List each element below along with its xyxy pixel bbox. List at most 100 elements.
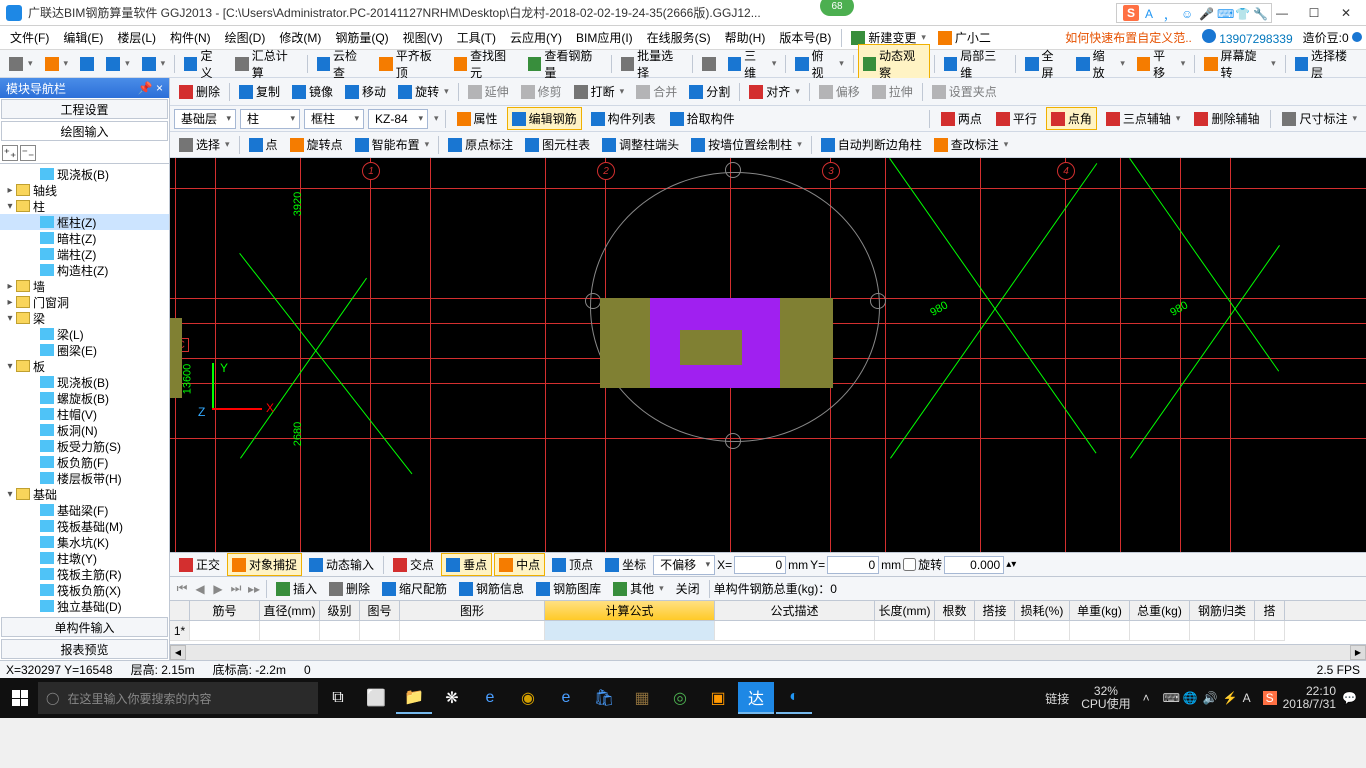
link-label[interactable]: 链接 [1045,690,1069,707]
taskview-icon[interactable]: ⧉ [320,682,356,714]
nav-tab-report[interactable]: 报表预览 [1,639,168,659]
nav-tab-settings[interactable]: 工程设置 [1,99,168,119]
tree-item[interactable]: 圈梁(E) [0,342,169,358]
tree-item[interactable]: 楼层板带(H) [0,470,169,486]
smart-button[interactable]: 智能布置▾ [350,133,435,156]
explorer-icon[interactable]: 📁 [396,682,432,714]
lib-button[interactable]: 钢筋图库 [531,577,606,600]
move-button[interactable]: 移动 [340,80,391,103]
perp-button[interactable]: 垂点 [441,553,492,576]
drawwall-button[interactable]: 按墙位置绘制柱▾ [686,133,807,156]
offset-combo[interactable]: 不偏移 [653,555,715,575]
column-header[interactable]: 搭 [1255,601,1285,620]
tree-item[interactable]: 板负筋(F) [0,454,169,470]
tree-item[interactable]: 柱帽(V) [0,406,169,422]
app-icon-5[interactable]: ◐ [776,682,812,714]
tree-item[interactable]: ▸墙 [0,278,169,294]
table-cell[interactable] [545,621,715,641]
tree-item[interactable]: 集水坑(K) [0,534,169,550]
first-button[interactable]: ⏮ [174,581,190,597]
xpt-button[interactable]: 交点 [388,553,439,576]
component-tree[interactable]: 现浇板(B)▸轴线▾柱框柱(Z)暗柱(Z)端柱(Z)构造柱(Z)▸墙▸门窗洞▾梁… [0,164,169,616]
fan-icon[interactable]: ❋ [434,682,470,714]
tree-item[interactable]: ▸门窗洞 [0,294,169,310]
name-combo[interactable]: KZ-84 [368,109,428,129]
tree-item[interactable]: 柱墩(Y) [0,550,169,566]
break-button[interactable]: 打断▾ [569,80,630,103]
tree-item[interactable]: ▸轴线 [0,182,169,198]
pin-icon[interactable]: 📌 × [138,81,163,95]
table-cell[interactable] [875,621,935,641]
new-button[interactable]: ▾ [4,54,38,74]
tray-net-icon[interactable]: 🌐 [1183,691,1197,705]
column-header[interactable]: 计算公式 [545,601,715,620]
tray-clock[interactable]: 22:102018/7/31 [1283,685,1336,711]
delaux-button[interactable]: 删除辅轴 [1189,107,1264,130]
table-cell[interactable] [320,621,360,641]
x-input[interactable] [734,556,786,574]
table-cell[interactable] [975,621,1015,641]
column-header[interactable]: 根数 [935,601,975,620]
taskbar-search[interactable]: ◯ 在这里输入你要搜索的内容 [38,682,318,714]
chkdim-button[interactable]: 查改标注▾ [929,133,1014,156]
tray-shield-icon[interactable]: ⚡ [1223,691,1237,705]
column-header[interactable]: 公式描述 [715,601,875,620]
table-cell[interactable] [715,621,875,641]
type-combo[interactable]: 框柱 [304,109,364,129]
other-button[interactable]: 其他▾ [608,577,669,600]
column-header[interactable]: 钢筋归类 [1190,601,1255,620]
row-header[interactable] [170,601,190,620]
app-icon-3[interactable]: ◎ [662,682,698,714]
redo-button[interactable]: ▾ [137,54,171,74]
cpu-meter[interactable]: 32%CPU使用 [1075,685,1136,711]
info-button[interactable]: 钢筋信息 [454,577,529,600]
mirror-button[interactable]: 镜像 [287,80,338,103]
parallel-button[interactable]: 平行 [991,107,1042,130]
y-input[interactable] [827,556,879,574]
tree-item[interactable]: 暗柱(Z) [0,230,169,246]
table-cell[interactable] [400,621,545,641]
close-button2[interactable]: 关闭 [671,577,705,600]
app-icon-2[interactable]: ▦ [624,682,660,714]
tree-item[interactable]: 构造柱(Z) [0,262,169,278]
table-cell[interactable] [1070,621,1130,641]
delete-button[interactable]: 删除 [174,80,225,103]
rotate-button[interactable]: 旋转▾ [393,80,454,103]
tray-vol-icon[interactable]: 🔊 [1203,691,1217,705]
app-icon-1[interactable]: ⬜ [358,682,394,714]
nav-tab-single[interactable]: 单构件输入 [1,617,168,637]
tree-item[interactable]: 独立基础(D) [0,598,169,614]
point-button[interactable]: 点 [244,133,283,156]
notification-badge[interactable]: 68 [820,0,854,16]
pick-button[interactable]: 拾取构件 [665,107,740,130]
ime-toolbar[interactable]: S A ， ☺ 🎤 ⌨ 👕 🔧 [1116,3,1272,23]
scroll-right[interactable]: ▶ [1350,645,1366,660]
table-cell[interactable] [1190,621,1255,641]
delete2-button[interactable]: 删除 [324,577,375,600]
twopt-button[interactable]: 两点 [936,107,987,130]
app-icon-4[interactable]: ▣ [700,682,736,714]
tree-item[interactable]: 筏板基础(M) [0,518,169,534]
store-icon[interactable]: 🛍 [586,682,622,714]
column-header[interactable]: 损耗(%) [1015,601,1070,620]
collapse-all-button[interactable]: ⁻₋ [20,145,36,161]
start-button[interactable] [4,682,36,714]
rot-input[interactable] [944,556,1004,574]
split-button[interactable]: 分割 [684,80,735,103]
spiral-icon[interactable]: ◉ [510,682,546,714]
column-header[interactable]: 级别 [320,601,360,620]
dyninput-button[interactable]: 动态输入 [304,553,379,576]
column-header[interactable]: 直径(mm) [260,601,320,620]
adjcol-button[interactable]: 调整柱端头 [597,133,684,156]
open-button[interactable]: ▾ [40,54,74,74]
tree-item[interactable]: 梁(L) [0,326,169,342]
ortho-button[interactable]: 正交 [174,553,225,576]
last-button[interactable]: ⏭ [228,581,244,597]
tree-item[interactable]: 条形基础(T) [0,614,169,616]
more-button[interactable]: ▸▸ [246,581,262,597]
table-cell[interactable] [190,621,260,641]
table-cell[interactable] [260,621,320,641]
tree-item[interactable]: 现浇板(B) [0,374,169,390]
complist-button[interactable]: 构件列表 [586,107,661,130]
tree-item[interactable]: ▾梁 [0,310,169,326]
